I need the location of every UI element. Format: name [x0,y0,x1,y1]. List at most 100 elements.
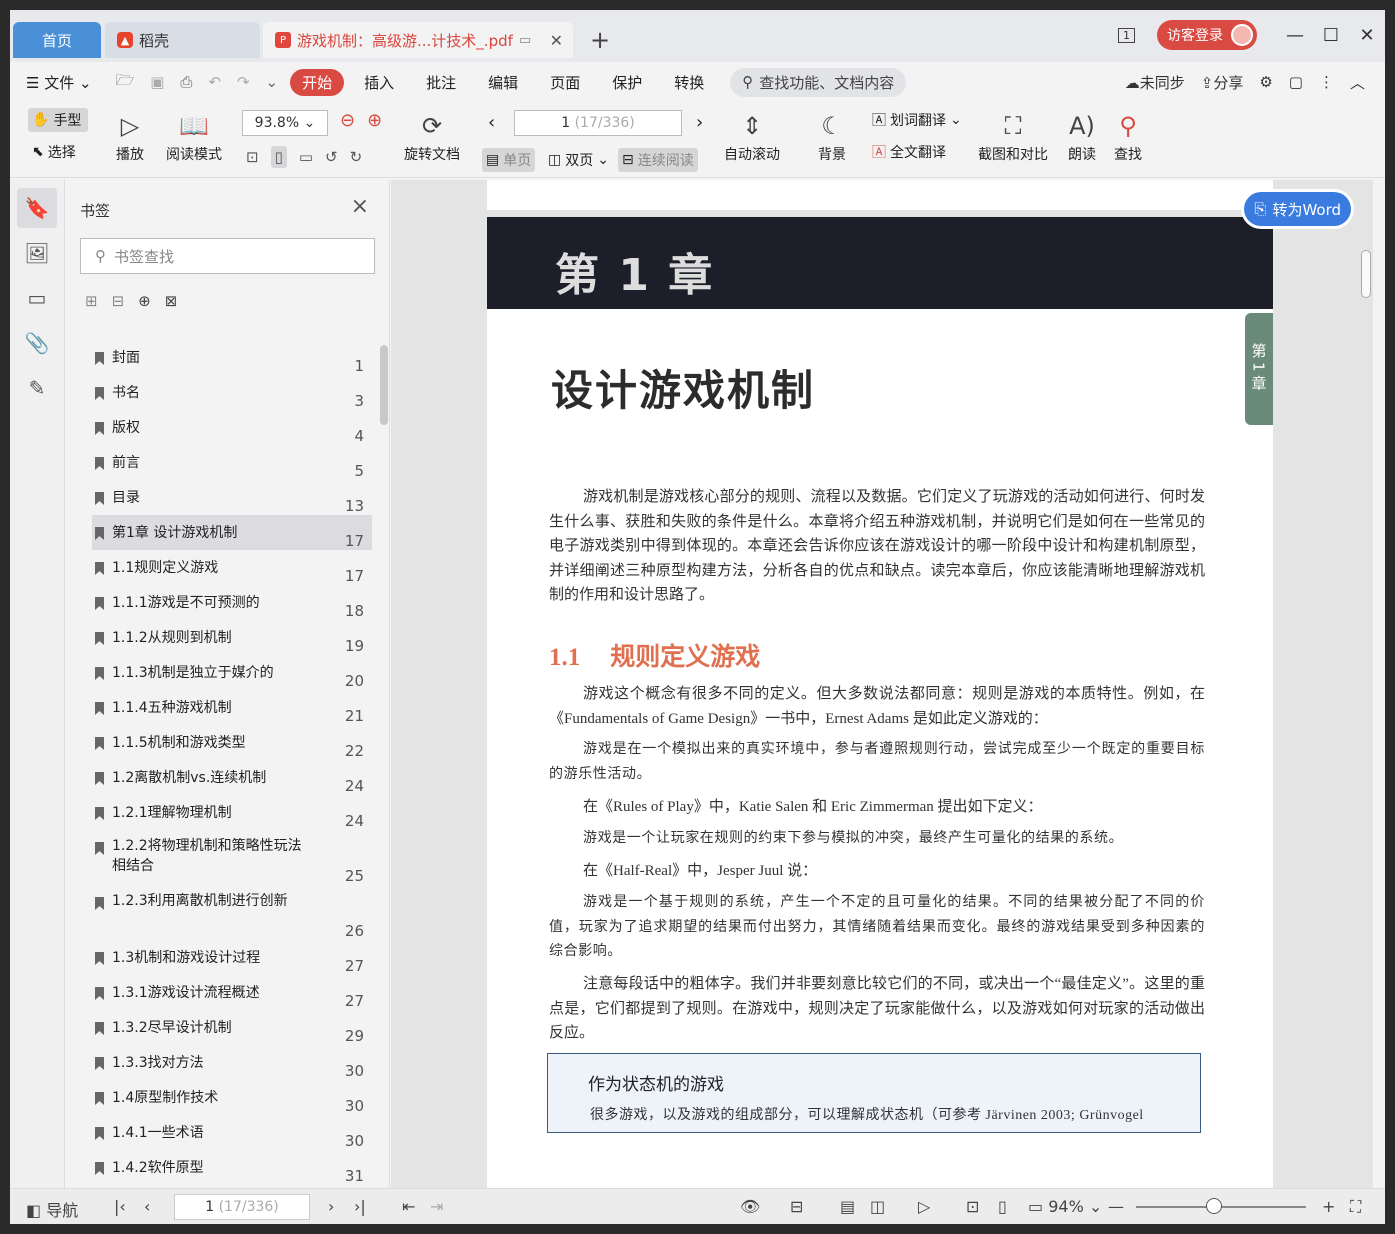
bookmark-item[interactable]: 1.2.1理解物理机制 24 [92,795,372,830]
bookmark-item[interactable]: 1.3.3找对方法 30 [92,1045,372,1080]
zoom-select[interactable]: 93.8% ⌄ [242,110,328,136]
bookmark-item[interactable]: 1.4原型制作技术 30 [92,1080,372,1115]
page-input[interactable]: 1 (17/336) [514,110,682,136]
word-translate-button[interactable]: 🄰 划词翻译 ⌄ [872,110,962,130]
next-page-icon[interactable]: › [696,112,703,133]
share-button[interactable]: ⇪分享 [1201,72,1244,93]
rotate-left-icon[interactable]: ↺ [325,148,338,166]
bookmark-item[interactable]: 第1章 设计游戏机制 17 [92,515,372,550]
menu-start[interactable]: 开始 [290,68,345,96]
nav-toggle[interactable]: ◧ 导航 [26,1197,78,1221]
bookmark-search-input[interactable]: ⚲ 书签查找 [80,238,375,274]
bookmark-panel-icon[interactable]: 🔖 [17,188,57,228]
auto-scroll-button[interactable]: ⇕ 自动滚动 [724,108,780,164]
bookmark-item[interactable]: 1.3.2尽早设计机制 29 [92,1010,372,1045]
status-page-input[interactable]: 1 (17/336) [174,1194,310,1220]
unsync-button[interactable]: ☁未同步 [1125,72,1185,93]
expand-all-icon[interactable]: ⊞ [85,292,98,310]
eye-icon[interactable]: 👁 [740,1197,760,1216]
bookmark-item[interactable]: 1.2.3利用离散机制进行创新 26 [92,885,372,940]
zoom-out-status-icon[interactable]: — [1108,1197,1124,1216]
fullscreen-icon[interactable]: ⛶ [1350,1197,1361,1217]
function-search[interactable]: ⚲ 查找功能、文档内容 [730,67,907,97]
convert-to-word-button[interactable]: ⎘ 转为Word [1244,192,1351,226]
select-tool[interactable]: ⬉ 选择 [32,142,76,162]
signature-icon[interactable]: ✎ [17,368,57,408]
continuous-button[interactable]: ⊟ 连续阅读 [618,148,698,172]
bookmark-item[interactable]: 1.4.1一些术语 30 [92,1115,372,1150]
menu-file[interactable]: ☰ 文件 ⌄ [10,72,108,93]
bookmark-item[interactable]: 1.1.1游戏是不可预测的 18 [92,585,372,620]
find-button[interactable]: ⚲ 查找 [1114,108,1142,164]
actual-size-icon[interactable]: ⊡ [246,148,259,166]
zoom-status[interactable]: ▭ 94% ⌄ [1028,1197,1102,1216]
collapse-all-icon[interactable]: ⊟ [112,292,125,310]
rotate-right-icon[interactable]: ↻ [350,148,363,166]
zoom-in-icon[interactable]: ⊕ [367,110,382,131]
monitor-icon[interactable]: 1 [1118,27,1135,43]
zoom-in-status-icon[interactable]: + [1322,1197,1335,1216]
bookmark-item[interactable]: 1.4.2软件原型 31 [92,1150,372,1185]
settings-icon[interactable]: ⚙ [1259,73,1272,91]
bookmark-item[interactable]: 1.1.4五种游戏机制 21 [92,690,372,725]
bookmark-item[interactable]: 前言 5 [92,445,372,480]
double-page-status-icon[interactable]: ◫ [870,1197,885,1216]
tab-daoke[interactable]: ▲ 稻壳 [105,22,260,58]
more-vertical-icon[interactable]: ⋮ [1319,73,1334,91]
close-tab-icon[interactable]: ✕ [550,31,563,50]
new-tab-button[interactable]: + [590,26,610,54]
double-page-button[interactable]: ◫ 双页 ⌄ [548,150,609,170]
fit-width-icon[interactable]: ▭ [299,148,313,166]
close-panel-icon[interactable]: × [351,194,369,219]
actual-size-status-icon[interactable]: ⊡ [966,1197,979,1216]
bookmark-item[interactable]: 1.1.3机制是独立于媒介的 20 [92,655,372,690]
background-button[interactable]: ☾ 背景 [818,108,846,164]
bookmark-item[interactable]: 1.3.1游戏设计流程概述 27 [92,975,372,1010]
document-view[interactable]: 第 1 章 第1章 设计游戏机制 游戏机制是游戏核心部分的规则、流程以及数据。它… [391,180,1373,1188]
last-page-icon[interactable]: ›| [354,1197,366,1216]
hand-tool[interactable]: ✋ 手型 [28,108,88,132]
fit-page-icon[interactable]: ▯ [270,146,287,168]
print-icon[interactable]: ⎙ [172,73,200,91]
bookmark-item[interactable]: 书名 3 [92,375,372,410]
first-page-icon[interactable]: |‹ [114,1197,126,1216]
read-mode-button[interactable]: 📖 阅读模式 [166,108,222,164]
menu-annotate[interactable]: 批注 [410,72,472,93]
prev-page-status-icon[interactable]: ‹ [144,1197,150,1216]
menu-page[interactable]: 页面 [534,72,596,93]
attachment-icon[interactable]: 📎 [17,323,57,363]
full-translate-button[interactable]: 🄰 全文翻译 [872,142,946,162]
continuous-status-icon[interactable]: ⊟ [790,1197,803,1216]
menu-edit[interactable]: 编辑 [472,72,534,93]
bookmark-item[interactable]: 封面 1 [92,340,372,375]
bookmark-item[interactable]: 1.1规则定义游戏 17 [92,550,372,585]
open-icon[interactable]: 🗁 [108,70,143,95]
menu-insert[interactable]: 插入 [348,72,410,93]
redo-icon[interactable]: ↷ [229,73,258,91]
screenshot-compare-button[interactable]: ⛶ 截图和对比 [978,108,1048,164]
collapse-icon[interactable]: ︿ [1350,72,1365,93]
tab-document[interactable]: P 游戏机制：高级游...计技术_.pdf ▭ ✕ [263,22,573,58]
prev-page-icon[interactable]: ‹ [488,112,495,133]
bookmark-item[interactable]: 1.2.2将物理机制和策略性玩法相结合 25 [92,830,372,885]
tab-home[interactable]: 首页 [13,22,101,58]
menu-convert[interactable]: 转换 [658,72,720,93]
visitor-login-button[interactable]: 访客登录 [1157,20,1257,50]
bookmark-item[interactable]: 目录 13 [92,480,372,515]
undo-icon[interactable]: ↶ [200,73,229,91]
bookmark-item[interactable]: 1.2离散机制vs.连续机制 24 [92,760,372,795]
minimize-icon[interactable]: — [1277,25,1313,46]
back-icon[interactable]: ⇤ [402,1197,415,1216]
next-page-status-icon[interactable]: › [328,1197,334,1216]
close-window-icon[interactable]: ✕ [1349,25,1385,46]
play-status-icon[interactable]: ▷ [918,1197,930,1216]
zoom-out-icon[interactable]: ⊖ [340,110,355,131]
save-icon[interactable]: ▣ [142,73,172,91]
bookmark-item[interactable]: 1.3机制和游戏设计过程 27 [92,940,372,975]
bookmark-item[interactable]: 版权 4 [92,410,372,445]
add-bookmark-icon[interactable]: ⊕ [138,292,151,310]
fit-page-status-icon[interactable]: ▯ [998,1197,1007,1216]
zoom-slider-knob[interactable] [1206,1198,1222,1214]
play-button[interactable]: ▷ 播放 [116,108,144,164]
comment-icon[interactable]: ▢ [1289,73,1303,91]
